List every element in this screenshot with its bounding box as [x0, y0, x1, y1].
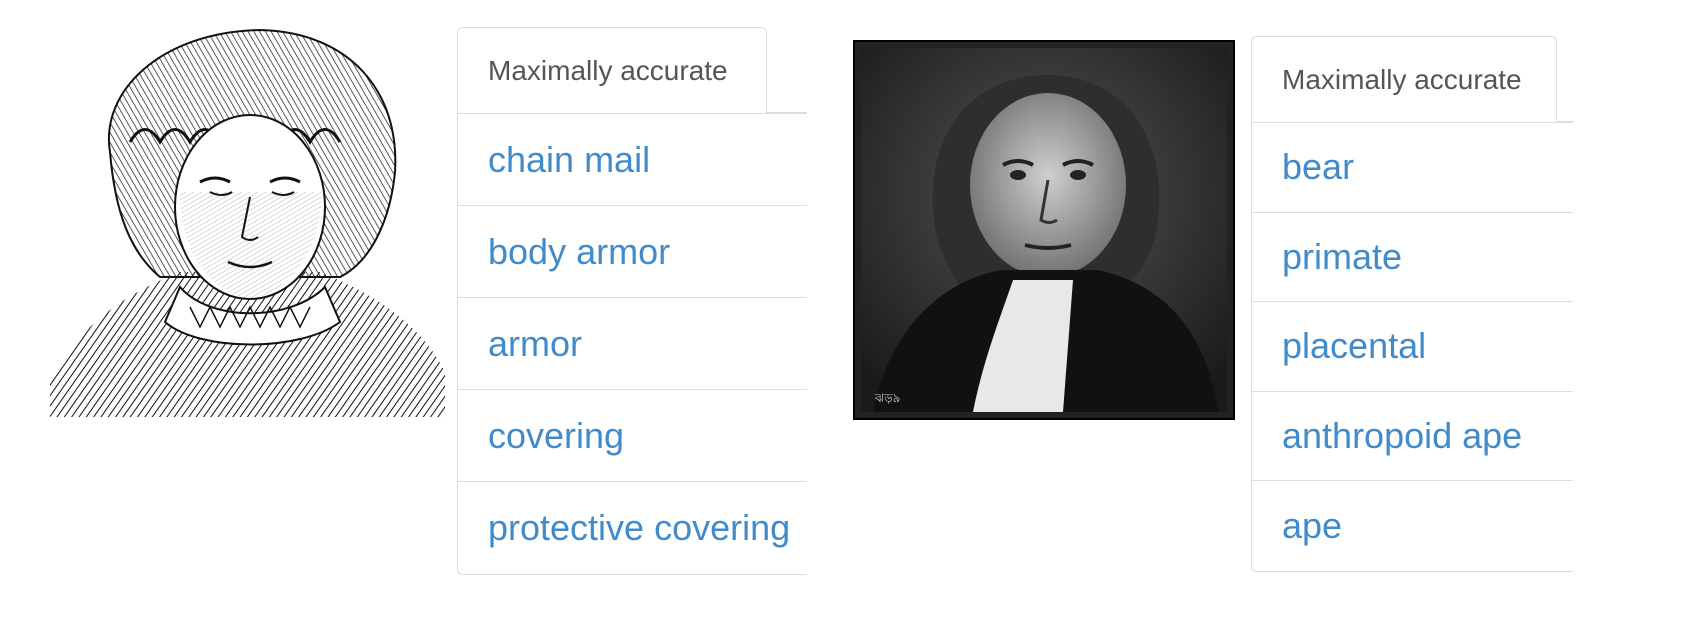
tab-maximally-accurate[interactable]: Maximally accurate — [457, 27, 767, 113]
result-list: chain mail body armor armor covering pro… — [457, 113, 807, 575]
list-item[interactable]: armor — [458, 298, 807, 390]
engraved-portrait-image — [50, 28, 445, 417]
list-item[interactable]: ape — [1252, 481, 1573, 571]
classification-panel-right: Maximally accurate bear primate placenta… — [1251, 36, 1573, 576]
result-list: bear primate placental anthropoid ape ap… — [1251, 122, 1573, 572]
classification-panel-left: Maximally accurate M chain mail body arm… — [457, 27, 807, 587]
tab-maximally-accurate[interactable]: Maximally accurate — [1251, 36, 1557, 123]
list-item[interactable]: chain mail — [458, 114, 807, 206]
photo-caption-scrawl: ঝড়৯ — [874, 391, 900, 405]
list-item[interactable]: body armor — [458, 206, 807, 298]
list-item[interactable]: anthropoid ape — [1252, 392, 1573, 481]
list-item[interactable]: primate — [1252, 213, 1573, 302]
list-item[interactable]: protective covering — [458, 482, 807, 574]
tab-bar: Maximally accurate — [1251, 36, 1573, 123]
tab-bar: Maximally accurate M — [457, 27, 807, 113]
list-item[interactable]: placental — [1252, 302, 1573, 392]
photo-portrait-image: ঝড়৯ — [853, 40, 1235, 420]
list-item[interactable]: covering — [458, 390, 807, 482]
list-item[interactable]: bear — [1252, 123, 1573, 213]
tab-second-cropped[interactable]: M — [792, 27, 807, 113]
